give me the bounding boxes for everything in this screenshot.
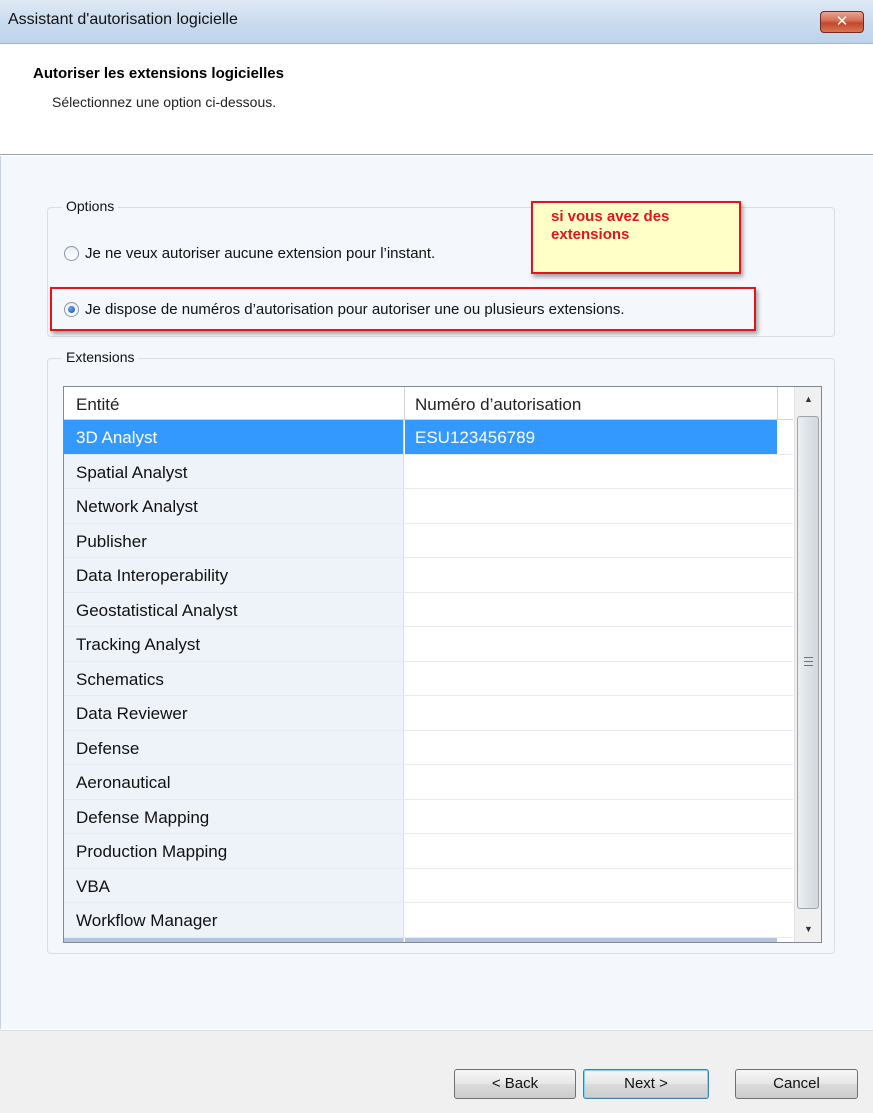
radio-option-have-numbers-label: Je dispose de numéros d’autorisation pou… xyxy=(85,301,625,318)
column-header-number[interactable]: Numéro d’autorisation xyxy=(415,395,581,415)
authorization-number-cell[interactable] xyxy=(405,799,777,833)
authorization-number-cell[interactable] xyxy=(405,937,777,942)
entity-cell[interactable]: VBA xyxy=(64,868,404,902)
table-row[interactable]: Data Reviewer xyxy=(64,696,793,731)
authorization-number-cell[interactable] xyxy=(405,592,777,626)
entity-cell[interactable]: Geostatistical Analyst xyxy=(64,592,404,626)
table-row[interactable]: Aeronautical xyxy=(64,765,793,800)
window-title: Assistant d'autorisation logicielle xyxy=(8,11,238,28)
column-header-entity[interactable]: Entité xyxy=(76,395,119,415)
table-row[interactable]: Tracking Analyst xyxy=(64,627,793,662)
authorization-number-cell[interactable] xyxy=(405,903,777,937)
grip-icon xyxy=(804,657,813,666)
wizard-body: Options Je ne veux autoriser aucune exte… xyxy=(0,156,873,1029)
grid-header: Entité Numéro d’autorisation xyxy=(64,387,793,420)
entity-cell[interactable] xyxy=(64,937,404,942)
authorization-number-cell[interactable] xyxy=(405,696,777,730)
entity-cell[interactable]: Production Mapping xyxy=(64,834,404,868)
authorization-number-cell[interactable] xyxy=(405,454,777,488)
entity-cell[interactable]: 3D Analyst xyxy=(64,420,404,454)
radio-button-icon[interactable] xyxy=(64,246,79,261)
cancel-button[interactable]: Cancel xyxy=(735,1069,858,1099)
table-row[interactable]: Schematics xyxy=(64,661,793,696)
entity-cell[interactable]: Data Interoperability xyxy=(64,558,404,592)
table-row[interactable]: Production Mapping xyxy=(64,834,793,869)
entity-cell[interactable]: Aeronautical xyxy=(64,765,404,799)
authorization-number-cell[interactable] xyxy=(405,661,777,695)
entity-cell[interactable]: Schematics xyxy=(64,661,404,695)
entity-cell[interactable]: Data Reviewer xyxy=(64,696,404,730)
back-button[interactable]: < Back xyxy=(454,1069,576,1099)
authorization-number-cell[interactable]: ESU123456789 xyxy=(405,420,777,454)
radio-button-checked-icon[interactable] xyxy=(64,302,79,317)
annotation-callout: si vous avez des extensions xyxy=(531,201,741,274)
entity-cell[interactable]: Spatial Analyst xyxy=(64,454,404,488)
radio-option-have-numbers[interactable]: Je dispose de numéros d’autorisation pou… xyxy=(64,301,625,318)
radio-option-none-label: Je ne veux autoriser aucune extension po… xyxy=(85,245,436,262)
scroll-up-arrow-icon[interactable]: ▲ xyxy=(795,387,821,412)
next-button[interactable]: Next > xyxy=(583,1069,709,1099)
table-row[interactable]: Defense Mapping xyxy=(64,799,793,834)
entity-cell[interactable]: Network Analyst xyxy=(64,489,404,523)
table-row[interactable]: Defense xyxy=(64,730,793,765)
extensions-grid[interactable]: Entité Numéro d’autorisation 3D Analyst E… xyxy=(63,386,822,943)
table-row[interactable]: 3D Analyst ESU123456789 xyxy=(64,420,793,455)
wizard-header: Autoriser les extensions logicielles Sél… xyxy=(0,45,873,155)
title-bar: Assistant d'autorisation logicielle ✕ xyxy=(0,0,873,44)
table-row[interactable]: Geostatistical Analyst xyxy=(64,592,793,627)
authorization-number-cell[interactable] xyxy=(405,489,777,523)
authorization-number-cell[interactable] xyxy=(405,730,777,764)
entity-cell[interactable]: Tracking Analyst xyxy=(64,627,404,661)
column-divider[interactable] xyxy=(777,387,778,420)
button-bar: < Back Next > Cancel xyxy=(0,1030,873,1113)
vertical-scrollbar[interactable]: ▲ ▼ xyxy=(794,387,821,942)
radio-option-none[interactable]: Je ne veux autoriser aucune extension po… xyxy=(64,245,435,262)
authorization-number-cell[interactable] xyxy=(405,523,777,557)
authorization-number-cell[interactable] xyxy=(405,627,777,661)
table-row[interactable]: Publisher xyxy=(64,523,793,558)
column-divider[interactable] xyxy=(404,387,405,420)
page-subtitle: Sélectionnez une option ci-dessous. xyxy=(52,94,277,110)
table-row[interactable]: Network Analyst xyxy=(64,489,793,524)
entity-cell[interactable]: Defense Mapping xyxy=(64,799,404,833)
authorization-number-cell[interactable] xyxy=(405,868,777,902)
table-row[interactable]: VBA xyxy=(64,868,793,903)
extensions-legend: Extensions xyxy=(62,349,139,365)
close-button[interactable]: ✕ xyxy=(820,11,864,33)
new-row-placeholder[interactable] xyxy=(64,937,793,942)
table-row[interactable]: Data Interoperability xyxy=(64,558,793,593)
scroll-down-arrow-icon[interactable]: ▼ xyxy=(795,917,821,942)
entity-cell[interactable]: Publisher xyxy=(64,523,404,557)
grid-rows: 3D Analyst ESU123456789 Spatial Analyst N… xyxy=(64,420,793,942)
table-row[interactable]: Workflow Manager xyxy=(64,903,793,938)
options-legend: Options xyxy=(62,198,119,214)
page-title: Autoriser les extensions logicielles xyxy=(33,65,284,82)
entity-cell[interactable]: Defense xyxy=(64,730,404,764)
authorization-number-cell[interactable] xyxy=(405,558,777,592)
scrollbar-thumb[interactable] xyxy=(797,416,819,909)
entity-cell[interactable]: Workflow Manager xyxy=(64,903,404,937)
extensions-group: Extensions Entité Numéro d’autorisation … xyxy=(47,349,835,954)
table-row[interactable]: Spatial Analyst xyxy=(64,454,793,489)
authorization-number-cell[interactable] xyxy=(405,834,777,868)
authorization-number-cell[interactable] xyxy=(405,765,777,799)
close-icon: ✕ xyxy=(835,13,849,30)
